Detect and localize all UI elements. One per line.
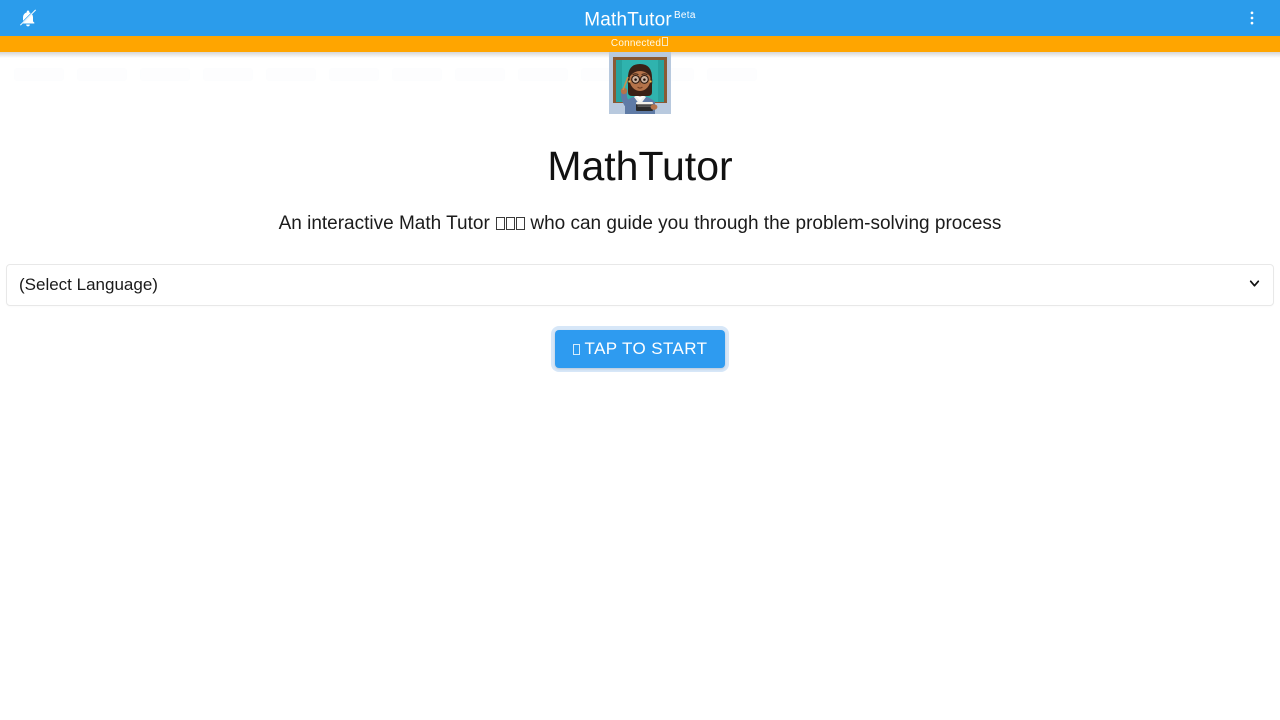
tap-to-start-label: TAP TO START <box>584 339 708 358</box>
language-select-value: (Select Language) <box>19 275 158 294</box>
ghost-chip <box>518 68 568 81</box>
ghost-chip <box>266 68 316 81</box>
missing-glyph-icon <box>495 217 505 230</box>
missing-glyph-icon <box>505 217 515 230</box>
page-title: MathTutor Beta <box>0 0 1280 38</box>
language-select[interactable]: (Select Language) <box>6 264 1274 306</box>
hero-subtitle-before: An interactive Math Tutor <box>278 213 490 234</box>
bell-off-icon <box>18 8 38 28</box>
ghost-chip <box>707 68 757 81</box>
button-missing-glyph-icon <box>572 343 580 355</box>
ghost-chip <box>77 68 127 81</box>
tap-to-start-button[interactable]: TAP TO START <box>554 330 726 368</box>
hero-subtitle-after: who can guide you through the problem-so… <box>530 213 1002 234</box>
ghost-chip <box>203 68 253 81</box>
status-missing-glyph-icon <box>662 37 669 46</box>
ghost-chip <box>140 68 190 81</box>
language-select-row: (Select Language) <box>0 264 1280 306</box>
ghost-chip <box>392 68 442 81</box>
main-content: MathTutor An interactive Math Tutor who … <box>0 52 1280 368</box>
hero-subtitle: An interactive Math Tutor who can guide … <box>0 212 1280 236</box>
app-bar: MathTutor Beta <box>0 0 1280 36</box>
avatar <box>609 52 671 114</box>
ghost-chip <box>329 68 379 81</box>
hero-title: MathTutor <box>547 143 733 189</box>
ghost-chip <box>455 68 505 81</box>
beta-badge: Beta <box>673 9 696 21</box>
start-button-row: TAP TO START <box>0 330 1280 368</box>
missing-glyph-icon <box>515 217 525 230</box>
app-title-text: MathTutor <box>584 9 672 31</box>
chevron-down-icon <box>1248 275 1261 295</box>
connection-status-text: Connected <box>610 38 662 49</box>
more-vertical-icon <box>1243 9 1261 27</box>
ghost-chip <box>14 68 64 81</box>
notifications-toggle-button[interactable] <box>8 0 48 36</box>
connection-status-banner: Connected <box>0 36 1280 52</box>
overflow-menu-button[interactable] <box>1232 0 1272 36</box>
